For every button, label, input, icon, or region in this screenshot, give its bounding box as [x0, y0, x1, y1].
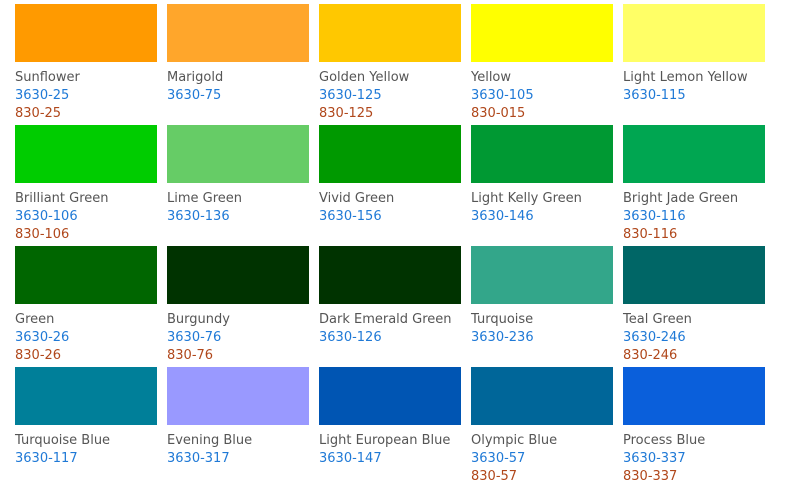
color-code-primary: 3630-126: [319, 330, 382, 345]
color-swatch: [471, 367, 613, 425]
color-row-3: Green 3630-26 830-26 Burgundy 3630-76 83…: [15, 246, 775, 367]
color-card: Dark Emerald Green 3630-126: [319, 246, 471, 367]
color-card: Evening Blue 3630-317: [167, 367, 319, 481]
color-code-primary: 3630-105: [471, 88, 534, 103]
color-code-primary: 3630-246: [623, 330, 686, 345]
color-name: Turquoise: [471, 312, 534, 327]
color-name: Green: [15, 312, 55, 327]
color-swatch: [15, 246, 157, 304]
color-code-secondary: 830-337: [623, 469, 678, 484]
color-swatch: [167, 246, 309, 304]
color-card: Light Kelly Green 3630-146: [471, 125, 623, 246]
color-name: Vivid Green: [319, 191, 395, 206]
color-chart-grid: Sunflower 3630-25 830-25 Marigold 3630-7…: [15, 4, 775, 484]
color-card: Turquoise Blue 3630-117: [15, 367, 167, 481]
color-name: Light Kelly Green: [471, 191, 582, 206]
color-code-secondary: 830-25: [15, 106, 62, 121]
color-swatch: [15, 367, 157, 425]
color-code-primary: 3630-147: [319, 451, 382, 466]
color-card: Light Lemon Yellow 3630-115: [623, 4, 775, 125]
color-code-primary: 3630-116: [623, 209, 686, 224]
color-card: Turquoise 3630-236: [471, 246, 623, 367]
color-card: Brilliant Green 3630-106 830-106: [15, 125, 167, 246]
color-swatch: [319, 367, 461, 425]
color-code-primary: 3630-25: [15, 88, 70, 103]
color-name: Yellow: [471, 70, 512, 85]
color-code-primary: 3630-125: [319, 88, 382, 103]
color-code-primary: 3630-75: [167, 88, 222, 103]
color-swatch: [471, 4, 613, 62]
color-code-primary: 3630-57: [471, 451, 526, 466]
color-swatch: [623, 367, 765, 425]
color-name: Brilliant Green: [15, 191, 109, 206]
color-code-secondary: 830-76: [167, 348, 214, 363]
color-code-secondary: 830-116: [623, 227, 678, 242]
color-swatch: [319, 4, 461, 62]
color-swatch: [15, 125, 157, 183]
color-name: Burgundy: [167, 312, 230, 327]
color-card: Lime Green 3630-136: [167, 125, 319, 246]
color-swatch: [319, 246, 461, 304]
color-card: Bright Jade Green 3630-116 830-116: [623, 125, 775, 246]
color-code-primary: 3630-136: [167, 209, 230, 224]
color-card: Marigold 3630-75: [167, 4, 319, 125]
color-name: Lime Green: [167, 191, 243, 206]
color-row-4: Turquoise Blue 3630-117 Evening Blue 363…: [15, 367, 775, 484]
color-code-primary: 3630-146: [471, 209, 534, 224]
color-card: Vivid Green 3630-156: [319, 125, 471, 246]
color-name: Sunflower: [15, 70, 80, 85]
color-code-primary: 3630-26: [15, 330, 70, 345]
color-swatch: [623, 4, 765, 62]
color-swatch: [15, 4, 157, 62]
color-name: Dark Emerald Green: [319, 312, 452, 327]
color-swatch: [319, 125, 461, 183]
color-name: Marigold: [167, 70, 224, 85]
color-name: Turquoise Blue: [15, 433, 111, 448]
color-code-primary: 3630-236: [471, 330, 534, 345]
color-card: Process Blue 3630-337 830-337: [623, 367, 775, 484]
color-row-2: Brilliant Green 3630-106 830-106 Lime Gr…: [15, 125, 775, 246]
color-name: Bright Jade Green: [623, 191, 739, 206]
color-name: Olympic Blue: [471, 433, 558, 448]
color-code-secondary: 830-26: [15, 348, 62, 363]
color-swatch: [167, 367, 309, 425]
color-swatch: [471, 246, 613, 304]
color-code-secondary: 830-106: [15, 227, 70, 242]
color-name: Golden Yellow: [319, 70, 410, 85]
color-code-primary: 3630-156: [319, 209, 382, 224]
color-code-primary: 3630-337: [623, 451, 686, 466]
color-card: Burgundy 3630-76 830-76: [167, 246, 319, 367]
color-card: Yellow 3630-105 830-015: [471, 4, 623, 125]
color-code-secondary: 830-015: [471, 106, 526, 121]
color-name: Evening Blue: [167, 433, 253, 448]
color-card: Golden Yellow 3630-125 830-125: [319, 4, 471, 125]
color-swatch: [167, 4, 309, 62]
color-card: Olympic Blue 3630-57 830-57: [471, 367, 623, 484]
color-code-primary: 3630-317: [167, 451, 230, 466]
color-code-primary: 3630-115: [623, 88, 686, 103]
color-name: Light European Blue: [319, 433, 451, 448]
color-swatch: [623, 125, 765, 183]
color-card: Sunflower 3630-25 830-25: [15, 4, 167, 125]
color-name: Light Lemon Yellow: [623, 70, 748, 85]
color-name: Process Blue: [623, 433, 706, 448]
color-card: Light European Blue 3630-147: [319, 367, 471, 481]
color-swatch: [623, 246, 765, 304]
color-card: Green 3630-26 830-26: [15, 246, 167, 367]
color-code-primary: 3630-106: [15, 209, 78, 224]
color-swatch: [167, 125, 309, 183]
color-code-secondary: 830-246: [623, 348, 678, 363]
color-name: Teal Green: [623, 312, 692, 327]
color-code-secondary: 830-57: [471, 469, 518, 484]
color-row-1: Sunflower 3630-25 830-25 Marigold 3630-7…: [15, 4, 775, 125]
color-code-primary: 3630-117: [15, 451, 78, 466]
color-code-secondary: 830-125: [319, 106, 374, 121]
color-swatch: [471, 125, 613, 183]
color-code-primary: 3630-76: [167, 330, 222, 345]
color-card: Teal Green 3630-246 830-246: [623, 246, 775, 367]
